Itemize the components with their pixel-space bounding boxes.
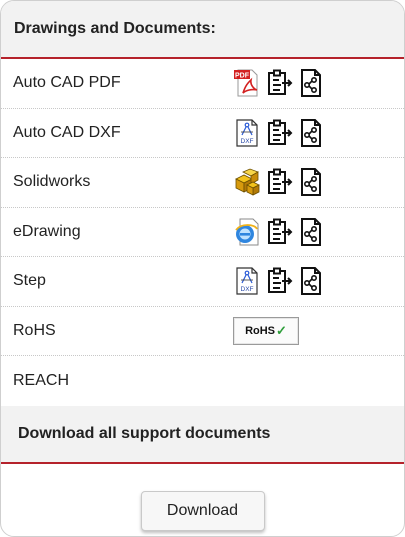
row-solidworks: Solidworks bbox=[1, 158, 404, 208]
row-label: eDrawing bbox=[13, 222, 81, 240]
download-section-title: Download all support documents bbox=[18, 424, 271, 442]
clipboard-copy-icon[interactable] bbox=[265, 217, 293, 247]
pdf-icon-text: PDF bbox=[235, 73, 250, 80]
share-document-icon[interactable] bbox=[297, 68, 325, 98]
drawings-title: Drawings and Documents: bbox=[14, 20, 216, 37]
clipboard-copy-icon[interactable] bbox=[265, 266, 293, 296]
share-document-icon[interactable] bbox=[297, 266, 325, 296]
row-rohs: RoHS RoHS ✓ bbox=[1, 307, 404, 356]
rohs-badge-text: RoHS bbox=[245, 324, 276, 337]
clipboard-copy-icon[interactable] bbox=[265, 68, 293, 98]
share-document-icon[interactable] bbox=[297, 167, 325, 197]
edrawing-file-icon[interactable] bbox=[233, 217, 261, 247]
rohs-badge[interactable]: RoHS ✓ bbox=[233, 316, 299, 345]
row-autocad-pdf: Auto CAD PDF PDF bbox=[1, 59, 404, 109]
pdf-file-icon[interactable]: PDF bbox=[233, 68, 261, 98]
clipboard-copy-icon[interactable] bbox=[265, 118, 293, 148]
row-icons bbox=[233, 217, 325, 247]
download-section-header: Download all support documents bbox=[1, 405, 404, 464]
row-label: RoHS bbox=[13, 321, 56, 339]
step-file-icon[interactable]: DXF bbox=[233, 266, 261, 296]
row-edrawing: eDrawing bbox=[1, 208, 404, 257]
row-label: Auto CAD DXF bbox=[13, 123, 121, 141]
row-icons: PDF bbox=[233, 68, 325, 98]
row-step: Step DXF bbox=[1, 257, 404, 307]
check-icon: ✓ bbox=[276, 322, 287, 338]
row-label: Step bbox=[13, 272, 46, 290]
download-button[interactable]: Download bbox=[140, 491, 265, 531]
row-icons: DXF bbox=[233, 266, 325, 296]
row-autocad-dxf: Auto CAD DXF DXF bbox=[1, 109, 404, 158]
dxf-file-icon[interactable]: DXF bbox=[233, 118, 261, 148]
row-label: REACH bbox=[13, 371, 70, 389]
row-reach: REACH bbox=[1, 356, 404, 406]
solidworks-file-icon[interactable] bbox=[233, 167, 261, 197]
dxf-icon-text: DXF bbox=[241, 286, 254, 293]
share-document-icon[interactable] bbox=[297, 217, 325, 247]
share-document-icon[interactable] bbox=[297, 118, 325, 148]
row-icons bbox=[233, 167, 325, 197]
dxf-icon-text: DXF bbox=[241, 138, 254, 145]
clipboard-copy-icon[interactable] bbox=[265, 167, 293, 197]
download-area: Download bbox=[1, 464, 404, 537]
document-rows: Auto CAD PDF PDF Auto CAD DXF DXF Solidw… bbox=[1, 59, 404, 406]
documents-card: Drawings and Documents: Auto CAD PDF PDF bbox=[0, 0, 405, 537]
row-icons: RoHS ✓ bbox=[233, 316, 299, 345]
row-label: Solidworks bbox=[13, 173, 91, 191]
drawings-header: Drawings and Documents: bbox=[1, 1, 404, 59]
row-label: Auto CAD PDF bbox=[13, 74, 121, 92]
row-icons: DXF bbox=[233, 118, 325, 148]
